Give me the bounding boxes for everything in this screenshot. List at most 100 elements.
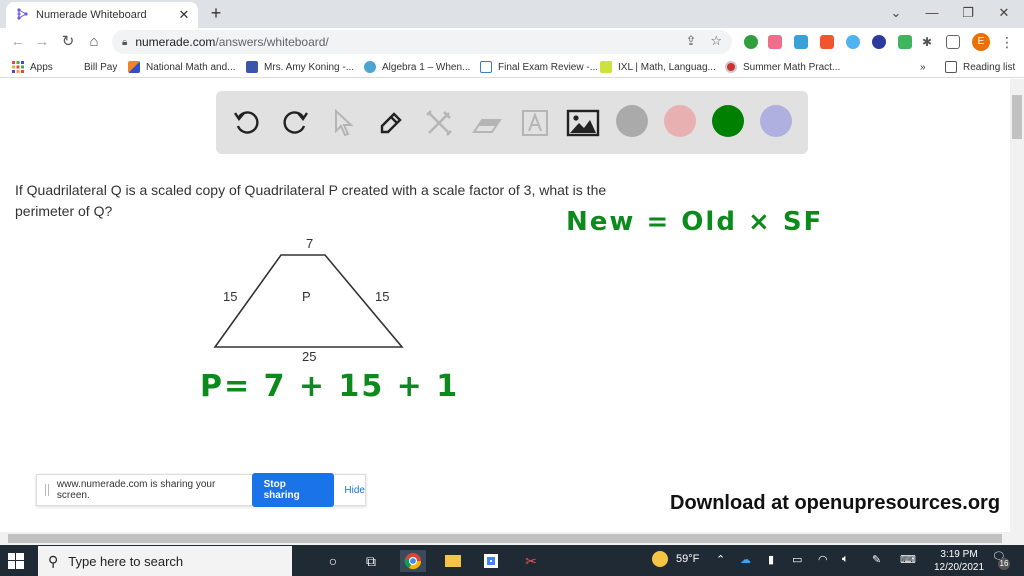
- battery-icon[interactable]: ▭: [792, 553, 802, 566]
- tab-numerade-whiteboard[interactable]: Numerade Whiteboard ✕: [6, 2, 198, 28]
- color-swatch-gray[interactable]: [616, 105, 648, 137]
- task-view-icon[interactable]: ⧉: [360, 550, 382, 572]
- restore-button[interactable]: ❐: [956, 3, 980, 23]
- start-button[interactable]: [8, 553, 24, 569]
- new-tab-button[interactable]: +: [206, 4, 226, 24]
- chrome-taskbar-icon[interactable]: [400, 550, 426, 572]
- store-icon[interactable]: [480, 550, 502, 572]
- onedrive-icon[interactable]: ☁: [740, 553, 751, 566]
- volume-icon[interactable]: 🔈︎: [842, 553, 849, 566]
- image-tool-button[interactable]: [566, 106, 600, 140]
- wifi-icon[interactable]: ◠: [818, 553, 828, 566]
- bookmark-label: Final Exam Review -...: [498, 61, 599, 73]
- apps-grid-icon: [12, 61, 24, 73]
- weather-temp[interactable]: 59°F: [676, 553, 699, 565]
- cloud-extension[interactable]: [794, 35, 808, 49]
- bookmark-bill-pay[interactable]: Bill Pay: [84, 60, 117, 74]
- bookmark-apps[interactable]: Apps: [12, 60, 53, 74]
- k-extension[interactable]: [872, 35, 886, 49]
- bookmark-mrs-amy-koning[interactable]: Mrs. Amy Koning -...: [246, 60, 354, 74]
- profile-avatar[interactable]: E: [972, 33, 990, 51]
- lock-icon: 🔒︎: [122, 36, 128, 48]
- shapes-tool-button[interactable]: [422, 106, 456, 140]
- ixl-icon: [600, 61, 612, 73]
- url-host: numerade.com: [135, 35, 216, 49]
- windows-taskbar: ⚲ Type here to search ○ ⧉ ✂ 59°F ⌃ ☁ ▮ ▭…: [0, 545, 1024, 576]
- pink-arrow-extension[interactable]: [768, 35, 782, 49]
- whiteboard-page: If Quadrilateral Q is a scaled copy of Q…: [0, 79, 1010, 532]
- vertical-scrollbar[interactable]: [1010, 79, 1024, 532]
- extensions-puzzle-icon[interactable]: ✱: [922, 35, 936, 49]
- watermark-text: Download at openupresources.org: [670, 492, 1001, 514]
- redo-button[interactable]: [278, 106, 312, 140]
- bookmark-label: IXL | Math, Languag...: [618, 61, 716, 73]
- image-icon: [566, 109, 600, 137]
- color-swatch-lavender[interactable]: [760, 105, 792, 137]
- browser-title-bar: Numerade Whiteboard ✕ + ⌄ — ❐ ✕: [0, 0, 1024, 28]
- clock-date: 12/20/2021: [934, 562, 985, 573]
- color-swatch-pink[interactable]: [664, 105, 696, 137]
- undo-button[interactable]: [230, 106, 264, 140]
- drag-handle[interactable]: [45, 484, 49, 496]
- forward-button[interactable]: →: [32, 32, 52, 52]
- stop-sharing-button[interactable]: Stop sharing: [251, 473, 335, 507]
- wordpress-icon: [364, 61, 376, 73]
- url-path: /answers/whiteboard/: [215, 35, 329, 49]
- smiley-extension[interactable]: [898, 35, 912, 49]
- color-swatch-green[interactable]: [712, 105, 744, 137]
- handwritten-formula: New = Old × SF: [566, 207, 824, 237]
- show-hidden-icons-icon[interactable]: ⌃: [716, 553, 725, 566]
- diamond-extension[interactable]: [846, 35, 860, 49]
- form-icon: [480, 61, 492, 73]
- pen-workspace-icon[interactable]: ✎: [872, 553, 881, 566]
- browser-menu-icon[interactable]: ⋮: [1000, 32, 1014, 52]
- clock[interactable]: 3:19 PM 12/20/2021: [934, 548, 984, 574]
- question-text: If Quadrilateral Q is a scaled copy of Q…: [15, 182, 607, 219]
- hide-button[interactable]: Hide: [344, 485, 365, 496]
- cursor-arrow-icon: [335, 108, 354, 137]
- notification-count: 16: [998, 558, 1010, 570]
- home-button[interactable]: ⌂: [84, 32, 104, 52]
- weather-icon[interactable]: [652, 551, 668, 570]
- vertical-scroll-thumb[interactable]: [1012, 95, 1022, 139]
- horizontal-scroll-thumb[interactable]: [8, 534, 1002, 543]
- bookmark-algebra-1[interactable]: Algebra 1 – When...: [364, 60, 470, 74]
- bookmark-label: Bill Pay: [84, 61, 118, 73]
- pen-tool-button[interactable]: [374, 106, 408, 140]
- reload-button[interactable]: ↻: [58, 32, 78, 52]
- eraser-tool-button[interactable]: [470, 106, 504, 140]
- bookmark-summer-math[interactable]: Summer Math Pract...: [725, 60, 840, 74]
- bookmarks-overflow-button[interactable]: »: [920, 60, 926, 74]
- pen-icon: [380, 112, 402, 134]
- close-window-button[interactable]: ✕: [992, 3, 1016, 23]
- horizontal-scrollbar[interactable]: [0, 532, 1024, 545]
- summer-math-icon: [725, 61, 737, 73]
- calendar-icon: [246, 61, 258, 73]
- share-icon[interactable]: ⇪: [685, 33, 696, 49]
- bookmark-national-math[interactable]: National Math and...: [128, 60, 236, 74]
- bookmark-ixl[interactable]: IXL | Math, Languag...: [600, 60, 716, 74]
- cast-icon[interactable]: [946, 35, 960, 49]
- reading-list-button[interactable]: Reading list: [945, 60, 1015, 74]
- bookmark-star-icon[interactable]: ☆: [710, 33, 722, 49]
- file-explorer-icon[interactable]: [442, 550, 464, 572]
- back-button[interactable]: ←: [8, 32, 28, 52]
- minimize-button[interactable]: —: [920, 3, 944, 23]
- side-label-bottom: 25: [302, 349, 317, 364]
- keyboard-icon[interactable]: ⌨: [900, 553, 916, 566]
- taskbar-search-box[interactable]: ⚲ Type here to search: [38, 546, 292, 576]
- windows-logo-icon: [8, 553, 24, 569]
- snipping-tool-icon[interactable]: ✂: [520, 550, 542, 572]
- reading-list-icon: [945, 61, 957, 73]
- notifications-button[interactable]: 🗨︎ 16: [992, 550, 1010, 570]
- text-tool-button[interactable]: [518, 106, 552, 140]
- green-plus-extension[interactable]: [744, 35, 758, 49]
- bookmark-final-exam-review[interactable]: Final Exam Review -...: [480, 60, 598, 74]
- red-tag-extension[interactable]: [820, 35, 834, 49]
- select-tool-button[interactable]: [326, 106, 360, 140]
- tab-search-button[interactable]: ⌄: [884, 3, 908, 23]
- usb-icon[interactable]: ▮: [768, 553, 774, 566]
- close-tab-icon[interactable]: ✕: [176, 7, 192, 23]
- cortana-icon[interactable]: ○: [322, 550, 344, 572]
- address-bar[interactable]: 🔒︎ numerade.com /answers/whiteboard/ ⇪ ☆: [112, 30, 732, 54]
